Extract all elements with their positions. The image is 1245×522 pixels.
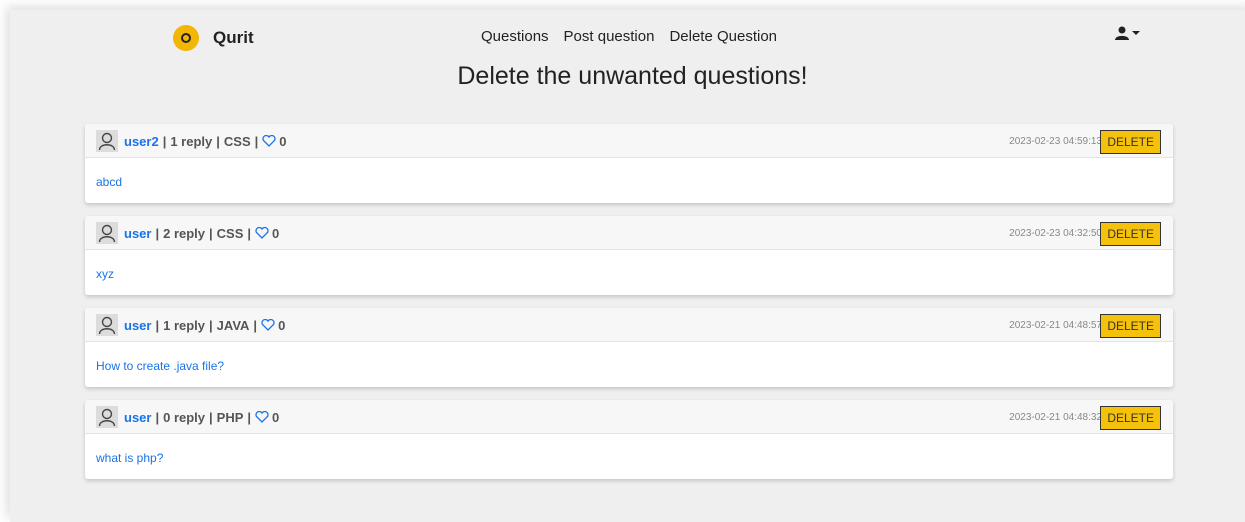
delete-button[interactable]: DELETE: [1100, 314, 1161, 338]
like-count: 0: [278, 317, 286, 333]
question-author[interactable]: user2: [124, 134, 159, 149]
question-meta: user | 2 reply | CSS | 0: [96, 222, 279, 244]
avatar-icon: [96, 314, 118, 336]
question-card: user2 | 1 reply | CSS | 0 2023-02-23 04:…: [85, 124, 1173, 203]
question-author[interactable]: user: [124, 410, 151, 425]
delete-button[interactable]: DELETE: [1100, 406, 1161, 430]
question-tag: JAVA: [216, 317, 250, 333]
like-count: 0: [279, 133, 287, 149]
question-tag: PHP: [216, 409, 244, 425]
user-menu-dropdown[interactable]: [1115, 26, 1140, 40]
question-meta: user2 | 1 reply | CSS | 0: [96, 130, 287, 152]
like-count: 0: [272, 409, 280, 425]
question-text-link[interactable]: what is php?: [96, 451, 163, 465]
avatar-icon: [96, 130, 118, 152]
avatar-icon: [96, 222, 118, 244]
question-timestamp: 2023-02-23 04:59:13: [1009, 136, 1102, 147]
heart-icon[interactable]: [255, 411, 269, 423]
nav-link-questions[interactable]: Questions: [481, 28, 549, 45]
avatar-icon: [96, 406, 118, 428]
brand-name: Qurit: [213, 28, 254, 47]
question-timestamp: 2023-02-21 04:48:32: [1009, 412, 1102, 423]
separator: |: [162, 133, 167, 149]
separator: |: [216, 133, 220, 149]
separator: |: [155, 409, 160, 425]
question-card-header: user | 0 reply | PHP | 0 2023-02-21 04:4…: [85, 400, 1173, 434]
question-text-link[interactable]: How to create .java file?: [96, 359, 224, 373]
separator: |: [155, 317, 160, 333]
separator: |: [209, 225, 213, 241]
question-card-header: user | 2 reply | CSS | 0 2023-02-23 04:3…: [85, 216, 1173, 250]
question-timestamp: 2023-02-21 04:48:57: [1009, 320, 1102, 331]
nav-links: Questions Post question Delete Question: [481, 28, 777, 45]
question-meta: user | 0 reply | PHP | 0: [96, 406, 279, 428]
question-tag: CSS: [216, 225, 244, 241]
question-tag: CSS: [223, 133, 251, 149]
navbar: Qurit Questions Post question Delete Que…: [10, 10, 1245, 60]
brand-link[interactable]: Qurit: [173, 25, 254, 51]
question-author[interactable]: user: [124, 318, 151, 333]
question-card: user | 1 reply | JAVA | 0 2023-02-21 04:…: [85, 308, 1173, 387]
question-text-link[interactable]: abcd: [96, 175, 122, 189]
separator: |: [209, 409, 213, 425]
separator: |: [209, 317, 213, 333]
question-card-header: user2 | 1 reply | CSS | 0 2023-02-23 04:…: [85, 124, 1173, 158]
heart-icon[interactable]: [262, 135, 276, 147]
delete-button[interactable]: DELETE: [1100, 130, 1161, 154]
brand-logo-icon: [173, 25, 199, 51]
page: Qurit Questions Post question Delete Que…: [10, 10, 1245, 522]
heart-icon[interactable]: [261, 319, 275, 331]
like-count: 0: [272, 225, 280, 241]
question-timestamp: 2023-02-23 04:32:50: [1009, 228, 1102, 239]
question-text-link[interactable]: xyz: [96, 267, 114, 281]
question-meta: user | 1 reply | JAVA | 0: [96, 314, 285, 336]
chevron-down-icon: [1132, 31, 1140, 35]
reply-count: 1 reply: [170, 133, 213, 149]
user-icon: [1115, 26, 1129, 40]
page-title: Delete the unwanted questions!: [457, 62, 808, 90]
question-card: user | 2 reply | CSS | 0 2023-02-23 04:3…: [85, 216, 1173, 295]
question-card-header: user | 1 reply | JAVA | 0 2023-02-21 04:…: [85, 308, 1173, 342]
reply-count: 0 reply: [163, 409, 206, 425]
separator: |: [247, 225, 252, 241]
reply-count: 1 reply: [163, 317, 206, 333]
separator: |: [155, 225, 160, 241]
question-card: user | 0 reply | PHP | 0 2023-02-21 04:4…: [85, 400, 1173, 479]
nav-link-post-question[interactable]: Post question: [564, 28, 655, 45]
separator: |: [247, 409, 252, 425]
separator: |: [254, 133, 259, 149]
question-author[interactable]: user: [124, 226, 151, 241]
nav-link-delete-question[interactable]: Delete Question: [669, 28, 777, 45]
delete-button[interactable]: DELETE: [1100, 222, 1161, 246]
separator: |: [253, 317, 258, 333]
question-list: user2 | 1 reply | CSS | 0 2023-02-23 04:…: [85, 124, 1173, 492]
reply-count: 2 reply: [163, 225, 206, 241]
heart-icon[interactable]: [255, 227, 269, 239]
